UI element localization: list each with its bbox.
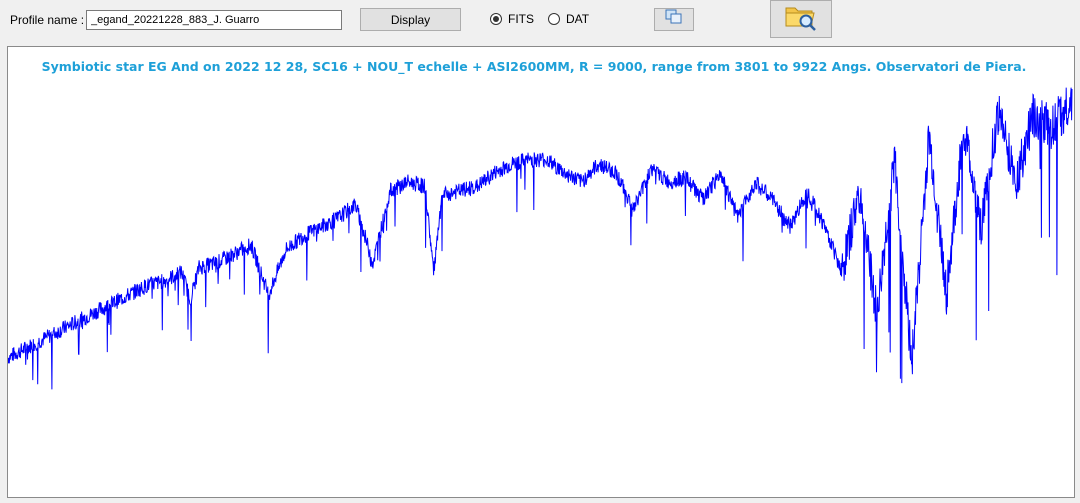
profile-name-input[interactable] xyxy=(86,10,342,30)
spectrum-series-line xyxy=(8,87,1073,390)
plot-title: Symbiotic star EG And on 2022 12 28, SC1… xyxy=(41,59,1027,74)
fits-radio-dot[interactable] xyxy=(490,13,502,25)
dat-radio-label: DAT xyxy=(566,12,590,26)
dat-radio-dot[interactable] xyxy=(548,13,560,25)
copy-button[interactable] xyxy=(654,8,694,31)
display-button[interactable]: Display xyxy=(360,8,461,31)
open-folder-button[interactable] xyxy=(770,0,832,38)
spectrum-plot: Symbiotic star EG And on 2022 12 28, SC1… xyxy=(7,46,1075,498)
toolbar: Profile name : Display FITS DAT xyxy=(0,0,1080,44)
copy-icon xyxy=(665,9,683,30)
dat-radio[interactable]: DAT xyxy=(548,12,589,26)
folder-search-icon xyxy=(784,2,818,37)
profile-name-label: Profile name : xyxy=(10,13,85,27)
fits-radio-label: FITS xyxy=(508,12,534,26)
spectrum-chart xyxy=(8,87,1073,390)
fits-radio[interactable]: FITS xyxy=(490,12,534,26)
